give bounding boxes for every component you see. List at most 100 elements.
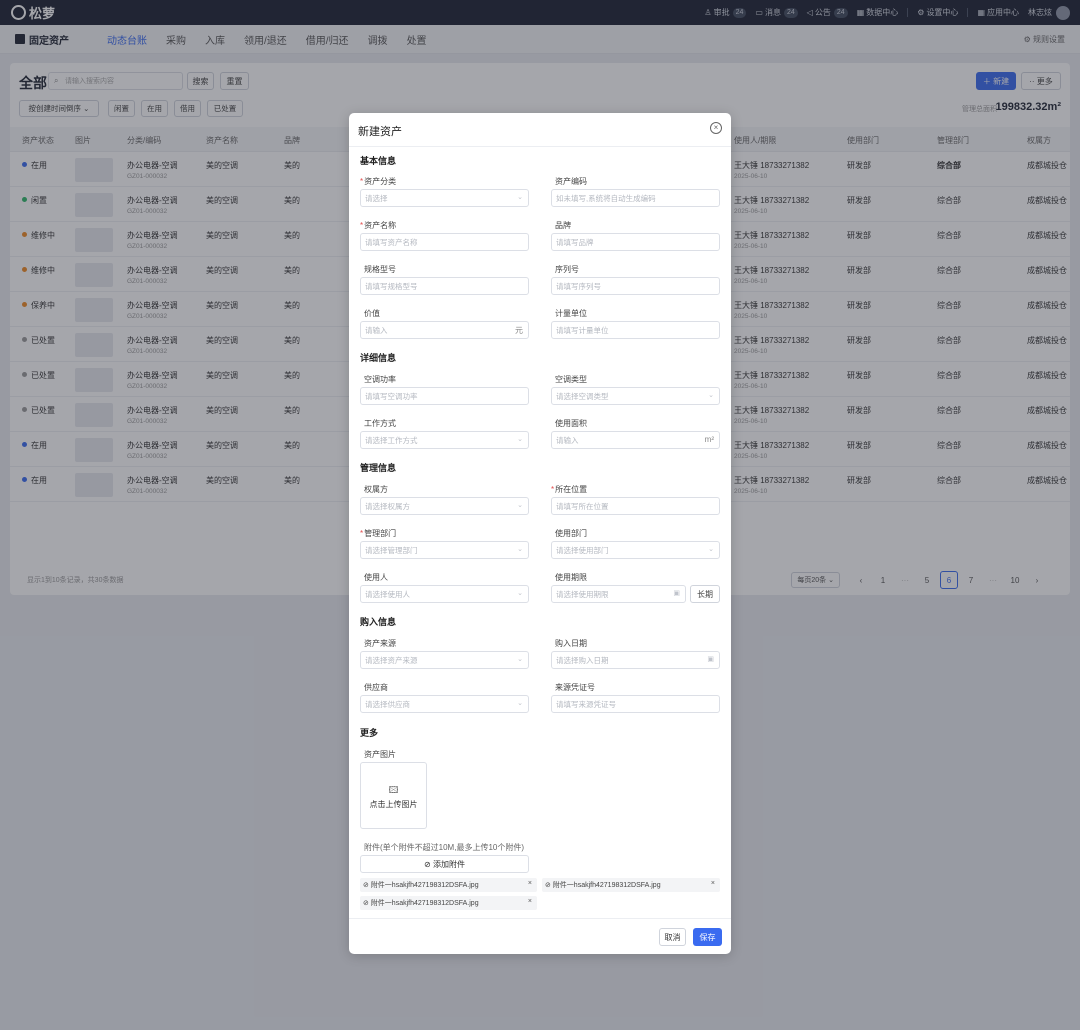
work-mode-select[interactable]: 请选择工作方式 ⌄ <box>360 431 529 449</box>
attachment-item[interactable]: ⊘ 附件一hsakjfh427198312DSFA.jpg × <box>360 878 537 892</box>
divider <box>349 918 731 919</box>
mgmt-dept-label: *管理部门 <box>360 529 397 538</box>
brand-placeholder: 请填写品牌 <box>556 237 594 247</box>
category-placeholder: 请选择 <box>365 193 388 203</box>
power-input[interactable]: 请填写空调功率 <box>360 387 529 405</box>
attachment-name: 附件一hsakjfh427198312DSFA.jpg <box>370 882 479 889</box>
paperclip-icon: ⊘ <box>545 882 553 889</box>
serial-input[interactable]: 请填写序列号 <box>551 277 720 295</box>
divider <box>349 146 731 147</box>
location-label: *所在位置 <box>551 485 588 494</box>
long-term-button[interactable]: 长期 <box>690 585 720 603</box>
code-input[interactable]: 如未填写,系统将自动生成编码 <box>551 189 720 207</box>
chevron-down-icon: ⌄ <box>517 502 523 509</box>
calendar-icon: ▣ <box>707 656 714 663</box>
owner-label: 权属方 <box>364 485 388 494</box>
section-manage: 管理信息 <box>360 463 397 473</box>
attachment-item[interactable]: ⊘ 附件一hsakjfh427198312DSFA.jpg × <box>542 878 720 892</box>
name-label-text: 资产名称 <box>364 221 397 230</box>
mgmt-dept-label-text: 管理部门 <box>364 529 397 538</box>
source-label: 资产来源 <box>364 639 396 648</box>
area-input[interactable]: 请输入 m² <box>551 431 720 449</box>
attachment-hint: 附件(单个附件不超过10M,最多上传10个附件) <box>364 843 525 852</box>
location-input[interactable]: 请填写所在位置 <box>551 497 720 515</box>
price-label: 价值 <box>364 309 380 318</box>
section-detail: 详细信息 <box>360 353 397 363</box>
chevron-down-icon: ⌄ <box>708 392 714 399</box>
buy-date-picker[interactable]: 请选择购入日期 ▣ <box>551 651 720 669</box>
serial-placeholder: 请填写序列号 <box>556 281 601 291</box>
use-term-picker[interactable]: 请选择使用期限 ▣ <box>551 585 686 603</box>
section-basic: 基本信息 <box>360 156 397 166</box>
category-label-text: 资产分类 <box>364 177 397 186</box>
save-button[interactable]: 保存 <box>693 928 722 946</box>
chevron-down-icon: ⌄ <box>517 546 523 553</box>
chevron-down-icon: ⌄ <box>517 656 523 663</box>
use-term-label: 使用期限 <box>555 573 587 582</box>
paperclip-icon: ⊘ <box>424 859 431 869</box>
source-select[interactable]: 请选择资产来源 ⌄ <box>360 651 529 669</box>
location-label-text: 所在位置 <box>555 485 588 494</box>
voucher-input[interactable]: 请填写来源凭证号 <box>551 695 720 713</box>
supplier-label: 供应商 <box>364 683 388 692</box>
add-attachment-button[interactable]: ⊘ 添加附件 <box>360 855 529 873</box>
area-placeholder: 请输入 <box>556 435 579 445</box>
buy-date-placeholder: 请选择购入日期 <box>556 655 609 665</box>
owner-select[interactable]: 请选择权属方 ⌄ <box>360 497 529 515</box>
add-attachment-label: 添加附件 <box>432 859 465 869</box>
buy-date-label: 购入日期 <box>555 639 587 648</box>
upload-text: 点击上传图片 <box>369 800 418 809</box>
chevron-down-icon: ⌄ <box>517 590 523 597</box>
category-select[interactable]: 请选择 ⌄ <box>360 189 529 207</box>
source-placeholder: 请选择资产来源 <box>365 655 418 665</box>
model-input[interactable]: 请填写规格型号 <box>360 277 529 295</box>
remove-icon[interactable]: × <box>528 898 532 905</box>
use-term-placeholder: 请选择使用期限 <box>556 589 609 599</box>
area-field-label: 使用面积 <box>555 419 587 428</box>
use-dept-select[interactable]: 请选择使用部门 ⌄ <box>551 541 720 559</box>
attachment-name: 附件一hsakjfh427198312DSFA.jpg <box>552 882 661 889</box>
voucher-placeholder: 请填写来源凭证号 <box>556 699 616 709</box>
mgmt-dept-select[interactable]: 请选择管理部门 ⌄ <box>360 541 529 559</box>
work-mode-label: 工作方式 <box>364 419 396 428</box>
name-placeholder: 请填写资产名称 <box>365 237 418 247</box>
image-icon: 🖾 <box>388 785 399 795</box>
supplier-select[interactable]: 请选择供应商 ⌄ <box>360 695 529 713</box>
remove-icon[interactable]: × <box>711 880 715 887</box>
chevron-down-icon: ⌄ <box>708 546 714 553</box>
dialog-title: 新建资产 <box>358 126 402 138</box>
price-placeholder: 请输入 <box>365 325 388 335</box>
code-label: 资产编码 <box>555 177 587 186</box>
ac-type-select[interactable]: 请选择空调类型 ⌄ <box>551 387 720 405</box>
use-dept-label: 使用部门 <box>555 529 587 538</box>
brand-input[interactable]: 请填写品牌 <box>551 233 720 251</box>
unit-label: 计量单位 <box>555 309 587 318</box>
model-placeholder: 请填写规格型号 <box>365 281 418 291</box>
section-purchase: 购入信息 <box>360 617 397 627</box>
ac-type-label: 空调类型 <box>555 375 587 384</box>
power-label: 空调功率 <box>364 375 396 384</box>
cancel-button[interactable]: 取消 <box>659 928 686 946</box>
user-select[interactable]: 请选择使用人 ⌄ <box>360 585 529 603</box>
mgmt-dept-placeholder: 请选择管理部门 <box>365 545 418 555</box>
section-more: 更多 <box>360 728 379 738</box>
name-label: *资产名称 <box>360 221 397 230</box>
ac-type-placeholder: 请选择空调类型 <box>556 391 609 401</box>
close-icon[interactable]: × <box>710 122 722 134</box>
name-input[interactable]: 请填写资产名称 <box>360 233 529 251</box>
image-upload[interactable]: 🖾 点击上传图片 <box>360 762 427 829</box>
attachment-item[interactable]: ⊘ 附件一hsakjfh427198312DSFA.jpg × <box>360 896 537 910</box>
price-input[interactable]: 请输入 元 <box>360 321 529 339</box>
attachment-name: 附件一hsakjfh427198312DSFA.jpg <box>370 900 479 907</box>
paperclip-icon: ⊘ <box>363 882 371 889</box>
calendar-icon: ▣ <box>673 590 680 597</box>
brand-label: 品牌 <box>555 221 571 230</box>
chevron-down-icon: ⌄ <box>517 436 523 443</box>
supplier-placeholder: 请选择供应商 <box>365 699 410 709</box>
remove-icon[interactable]: × <box>528 880 532 887</box>
user-label: 使用人 <box>364 573 388 582</box>
unit-input[interactable]: 请填写计量单位 <box>551 321 720 339</box>
location-placeholder: 请填写所在位置 <box>556 501 609 511</box>
chevron-down-icon: ⌄ <box>517 194 523 201</box>
work-mode-placeholder: 请选择工作方式 <box>365 435 418 445</box>
